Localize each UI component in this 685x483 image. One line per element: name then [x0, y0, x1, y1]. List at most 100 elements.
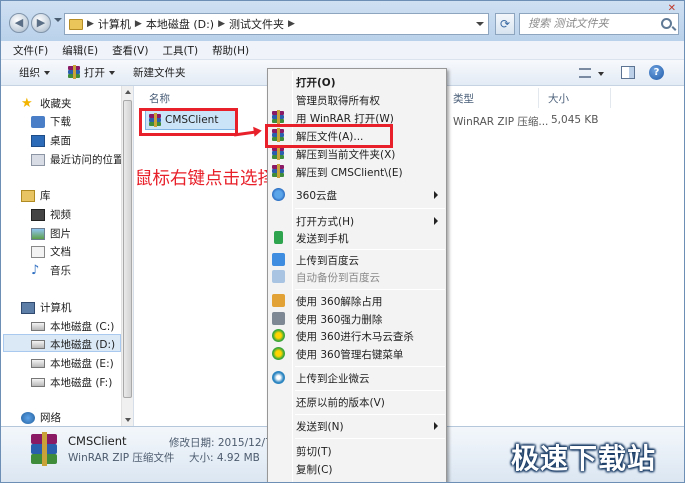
nav-drive-f[interactable]: 本地磁盘 (F:)	[31, 375, 112, 390]
back-button[interactable]: ◀	[9, 13, 29, 33]
menu-item-360-trojan-scan[interactable]: 使用 360进行木马云查杀	[296, 329, 414, 344]
menu-item-cut[interactable]: 剪切(T)	[296, 444, 332, 459]
picture-library-icon	[31, 227, 45, 240]
nav-drive-c[interactable]: 本地磁盘 (C:)	[31, 319, 114, 334]
download-folder-icon	[31, 115, 45, 128]
shredder-icon	[272, 312, 285, 325]
refresh-button[interactable]: ⟳	[495, 13, 515, 35]
open-button[interactable]: 打开	[68, 65, 115, 80]
nav-scrollbar[interactable]	[121, 86, 133, 426]
phone-icon	[274, 231, 283, 244]
nav-network[interactable]: 网络	[21, 410, 61, 425]
nav-downloads-label: 下载	[50, 116, 71, 128]
hard-drive-icon	[31, 322, 45, 331]
nav-drive-d[interactable]: 本地磁盘 (D:)	[31, 337, 115, 352]
annotation-highlight-file	[139, 108, 238, 136]
breadcrumb-separator-icon[interactable]: ▶	[288, 19, 295, 29]
nav-drive-c-label: 本地磁盘 (C:)	[50, 321, 115, 333]
menu-item-extract-to-folder[interactable]: 解压到 CMSClient\(E)	[296, 165, 403, 180]
column-header-size[interactable]: 大小	[548, 91, 569, 106]
cloud-360-icon	[272, 188, 285, 201]
menu-item-copy[interactable]: 复制(C)	[296, 462, 333, 477]
column-header-type[interactable]: 类型	[453, 91, 474, 106]
nav-computer[interactable]: 计算机	[21, 300, 72, 315]
menu-item-open-with[interactable]: 打开方式(H)	[296, 214, 354, 229]
menu-separator	[295, 208, 445, 209]
menu-item-upload-enterprise[interactable]: 上传到企业微云	[296, 371, 370, 386]
menu-edit[interactable]: 编辑(E)	[62, 43, 98, 58]
help-icon[interactable]: ?	[649, 65, 664, 80]
nav-downloads[interactable]: 下载	[31, 114, 71, 129]
column-divider[interactable]	[610, 88, 611, 108]
menu-file[interactable]: 文件(F)	[13, 43, 48, 58]
menu-separator	[295, 438, 445, 439]
nav-documents[interactable]: 文档	[31, 244, 71, 259]
menu-item-upload-baidu[interactable]: 上传到百度云	[296, 253, 359, 268]
menu-help[interactable]: 帮助(H)	[212, 43, 249, 58]
nav-network-label: 网络	[40, 412, 61, 424]
menu-separator	[295, 249, 445, 250]
search-input[interactable]: 搜索 测试文件夹	[519, 13, 679, 35]
new-folder-label: 新建文件夹	[133, 67, 186, 79]
scroll-down-icon[interactable]	[125, 418, 131, 422]
nav-computer-label: 计算机	[40, 302, 72, 314]
menu-view[interactable]: 查看(V)	[112, 43, 148, 58]
unlock-icon	[272, 294, 285, 307]
file-size: 5,045 KB	[551, 114, 599, 126]
breadcrumb-separator-icon[interactable]: ▶	[87, 19, 94, 29]
breadcrumb-test-folder[interactable]: 测试文件夹	[229, 16, 284, 32]
close-icon[interactable]: ✕	[668, 3, 676, 14]
hard-drive-icon	[31, 340, 45, 349]
nav-favorites[interactable]: ★ 收藏夹	[21, 96, 72, 111]
nav-desktop-label: 桌面	[50, 135, 71, 147]
library-icon	[21, 189, 35, 202]
menu-item-send-to[interactable]: 发送到(N)	[296, 419, 344, 434]
menu-item-restore-versions[interactable]: 还原以前的版本(V)	[296, 395, 385, 410]
breadcrumb-separator-icon[interactable]: ▶	[135, 19, 142, 29]
open-label: 打开	[84, 67, 105, 79]
nav-pictures-label: 图片	[50, 228, 71, 240]
scroll-up-icon[interactable]	[125, 90, 131, 94]
nav-videos[interactable]: 视频	[31, 207, 71, 222]
menu-separator	[295, 390, 445, 391]
forward-button[interactable]: ▶	[31, 13, 51, 33]
search-icon[interactable]	[661, 18, 672, 29]
column-divider[interactable]	[538, 88, 539, 108]
address-input[interactable]: ▶ 计算机 ▶ 本地磁盘 (D:) ▶ 测试文件夹 ▶	[64, 13, 489, 35]
enterprise-cloud-icon	[272, 371, 285, 384]
menu-item-360-manage-menu[interactable]: 使用 360管理右键菜单	[296, 347, 403, 362]
nav-scroll-thumb[interactable]	[123, 100, 132, 398]
nav-drive-e[interactable]: 本地磁盘 (E:)	[31, 356, 114, 371]
nav-music-label: 音乐	[50, 265, 71, 277]
menu-item-extract-here[interactable]: 解压到当前文件夹(X)	[296, 147, 395, 162]
organize-button[interactable]: 组织	[19, 65, 50, 80]
nav-pictures[interactable]: 图片	[31, 226, 71, 241]
nav-desktop[interactable]: 桌面	[31, 133, 71, 148]
menu-item-360-unlock[interactable]: 使用 360解除占用	[296, 294, 382, 309]
winrar-icon	[272, 146, 285, 160]
preview-pane-icon[interactable]	[621, 66, 635, 79]
caret-down-icon[interactable]	[598, 72, 604, 76]
menu-item-360-cloud[interactable]: 360云盘	[296, 188, 337, 203]
column-header-name[interactable]: 名称	[149, 91, 170, 106]
breadcrumb-drive-d[interactable]: 本地磁盘 (D:)	[146, 16, 214, 32]
nav-libraries-label: 库	[40, 190, 51, 202]
baidu-backup-icon	[272, 270, 285, 283]
document-library-icon	[31, 245, 45, 258]
nav-music[interactable]: ♪ 音乐	[31, 263, 71, 278]
breadcrumb-separator-icon[interactable]: ▶	[218, 19, 225, 29]
menu-item-send-to-phone[interactable]: 发送到手机	[296, 231, 349, 246]
view-options-icon[interactable]	[579, 68, 591, 78]
menu-item-open[interactable]: 打开(O)	[296, 75, 336, 90]
recent-pages-dropdown-icon[interactable]	[54, 18, 62, 22]
caret-down-icon	[44, 70, 50, 75]
nav-libraries[interactable]: 库	[21, 188, 51, 203]
address-dropdown-icon[interactable]	[476, 22, 484, 26]
nav-recent[interactable]: 最近访问的位置	[31, 152, 124, 167]
menu-tools[interactable]: 工具(T)	[162, 43, 198, 58]
submenu-arrow-icon	[434, 217, 438, 225]
menu-item-360-force-delete[interactable]: 使用 360强力删除	[296, 312, 382, 327]
breadcrumb-computer[interactable]: 计算机	[98, 16, 131, 32]
menu-item-take-ownership[interactable]: 管理员取得所有权	[296, 93, 380, 108]
new-folder-button[interactable]: 新建文件夹	[133, 65, 186, 80]
